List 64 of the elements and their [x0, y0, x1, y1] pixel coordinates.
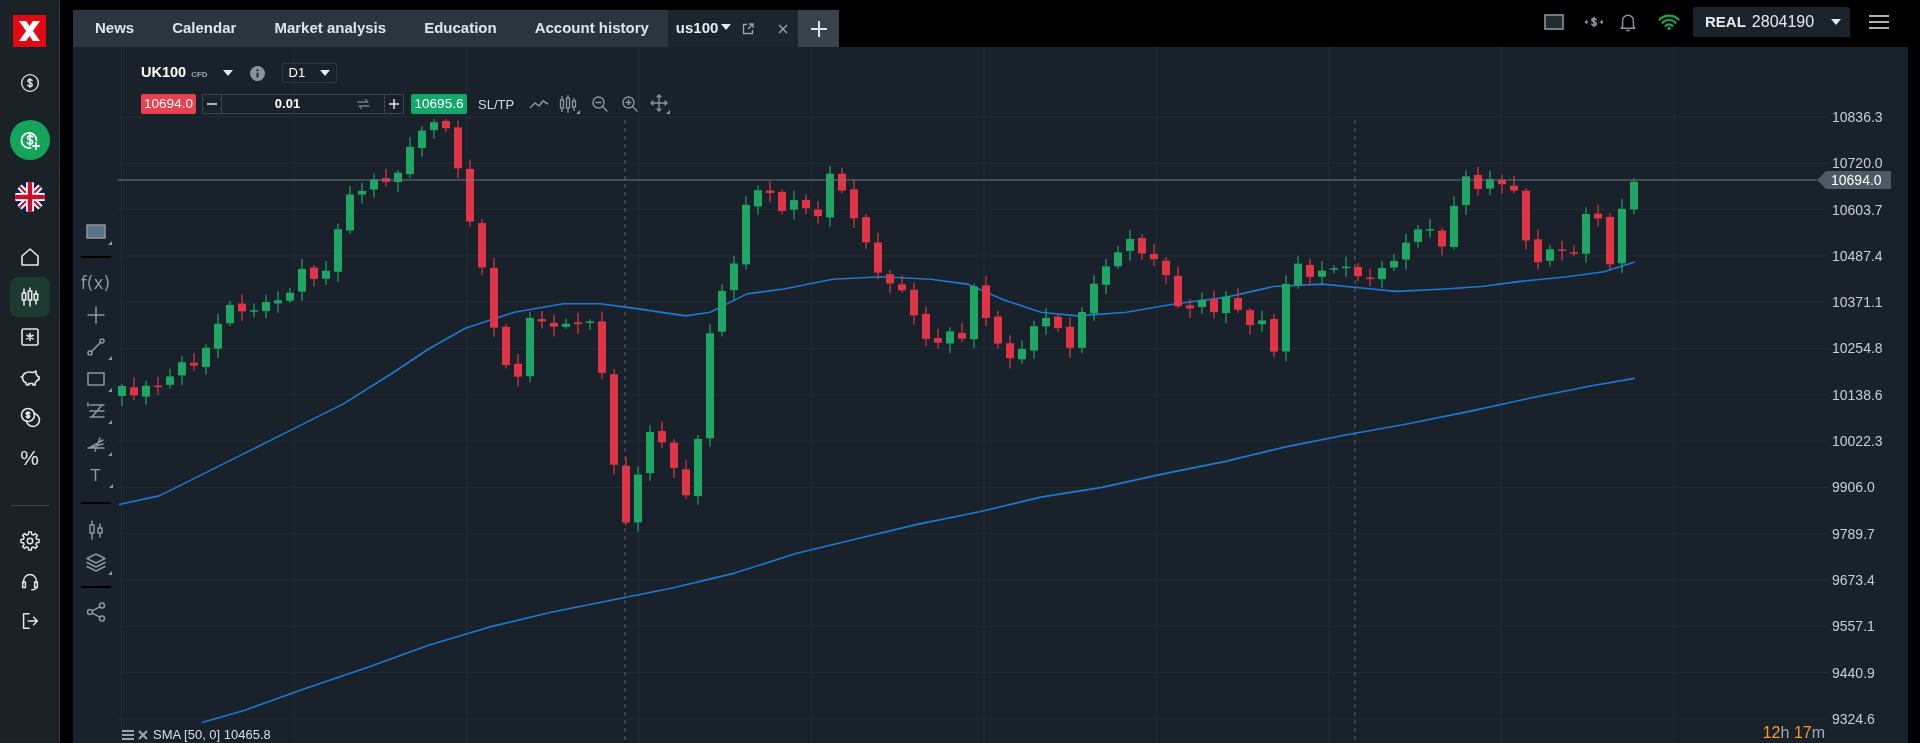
- zoom-out-icon[interactable]: [592, 96, 609, 112]
- close-icon[interactable]: [138, 730, 148, 740]
- timeframe-dropdown[interactable]: D1: [281, 63, 337, 83]
- plus-icon: [809, 19, 828, 38]
- indicator-legend: SMA [50, 0] 10465.8: [153, 728, 271, 742]
- flag-icon[interactable]: [14, 182, 45, 212]
- price-label: 9673.4: [1832, 571, 1875, 588]
- notification-bell-icon[interactable]: [1619, 12, 1637, 32]
- tab[interactable]: News: [76, 10, 154, 47]
- tab[interactable]: Calendar: [153, 10, 256, 47]
- account-selector[interactable]: REAL 2804190: [1693, 7, 1850, 37]
- corner-triangle-icon: [108, 484, 113, 488]
- text-tool-button[interactable]: T: [90, 466, 101, 484]
- price-label: 10720.0: [1832, 155, 1883, 172]
- decrease-button[interactable]: [202, 94, 222, 114]
- symbol-selector[interactable]: UK100 CFD: [141, 63, 233, 83]
- volume-field[interactable]: 0.01: [222, 94, 384, 114]
- move-icon[interactable]: [650, 94, 671, 114]
- settings-icon[interactable]: [18, 530, 41, 552]
- sl-tp-button[interactable]: SL/TP: [478, 97, 515, 111]
- price-label: 10371.1: [1832, 294, 1883, 311]
- price-label: 10836.3: [1832, 109, 1883, 125]
- window-icon[interactable]: [1544, 14, 1564, 30]
- indicators-button[interactable]: f(x): [80, 274, 111, 292]
- tab[interactable]: Account history: [515, 10, 668, 47]
- swap-icon[interactable]: [356, 98, 371, 110]
- line-chart-icon[interactable]: [529, 97, 550, 111]
- deposit-button[interactable]: [9, 120, 50, 160]
- sell-button[interactable]: 10694.0: [141, 94, 196, 114]
- candle-countdown: 12h 17m: [1762, 724, 1825, 741]
- price-label: 9557.1: [1832, 618, 1875, 635]
- tab[interactable]: us100: [667, 10, 799, 47]
- plus-icon: [389, 99, 399, 109]
- caret-icon: [222, 70, 233, 76]
- price-label: 9906.0: [1832, 479, 1875, 496]
- price-label: 9789.7: [1832, 525, 1875, 542]
- price-label: 10254.8: [1832, 340, 1883, 357]
- tab[interactable]: Market analysis: [255, 10, 406, 47]
- price-label: 10022.3: [1832, 433, 1883, 450]
- external-link-icon[interactable]: [742, 22, 755, 35]
- caret-icon: [721, 24, 732, 30]
- close-icon[interactable]: [778, 23, 789, 34]
- price-label: 10138.6: [1832, 386, 1883, 403]
- tab[interactable]: Education: [405, 10, 516, 47]
- zoom-in-icon[interactable]: [622, 96, 639, 112]
- dollar-coin-icon[interactable]: [19, 73, 40, 93]
- candles-icon[interactable]: [558, 94, 581, 114]
- price-label: 9324.6: [1832, 710, 1875, 727]
- price-label: 9440.9: [1832, 664, 1875, 681]
- current-price-tag: 10694.0: [1817, 171, 1891, 189]
- price-label: 10487.4: [1832, 247, 1883, 264]
- minus-icon: [207, 103, 217, 105]
- sidebar-item[interactable]: %: [9, 437, 50, 477]
- caret-icon: [1831, 19, 1841, 25]
- increase-button[interactable]: [384, 94, 404, 114]
- info-icon[interactable]: [249, 65, 265, 81]
- price-label: 10603.7: [1832, 201, 1883, 218]
- list-icon[interactable]: [122, 730, 134, 740]
- menu-icon[interactable]: [1869, 15, 1889, 29]
- new-tab-button[interactable]: [798, 10, 840, 47]
- sidebar-item[interactable]: [9, 277, 50, 317]
- wifi-icon: [1658, 14, 1680, 30]
- logo-icon[interactable]: [13, 15, 46, 47]
- caret-icon: [319, 70, 330, 76]
